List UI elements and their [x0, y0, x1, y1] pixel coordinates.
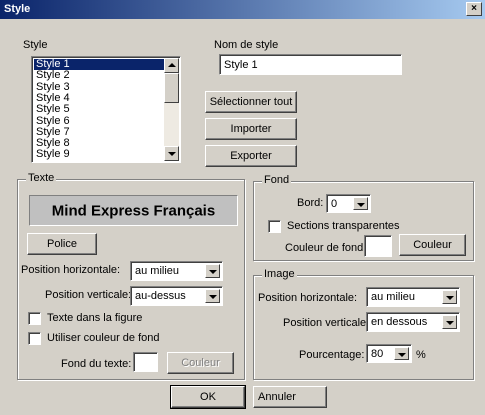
list-item[interactable]: Style 5: [34, 104, 166, 115]
texte-v-pos-label: Position verticale:: [45, 289, 132, 301]
image-h-pos-label: Position horizontale:: [258, 292, 358, 304]
window-title: Style: [4, 3, 31, 15]
list-item[interactable]: Style 6: [34, 115, 166, 127]
list-item[interactable]: Style 2: [34, 70, 166, 81]
cancel-button[interactable]: Annuler: [253, 386, 327, 408]
texte-v-pos-select[interactable]: au-dessus: [130, 286, 223, 306]
title-bar: Style ×: [0, 0, 485, 19]
in-figure-label: Texte dans la figure: [47, 312, 143, 324]
style-name-label: Nom de style: [214, 39, 279, 51]
style-dialog: Style × Style Style 1 Style 2 Style 3 Style…: [0, 0, 485, 415]
list-item[interactable]: Style 9: [34, 149, 166, 160]
texte-h-pos-label: Position horizontale:: [21, 264, 121, 276]
font-button-label: Police: [47, 238, 77, 250]
ok-button[interactable]: OK: [170, 385, 246, 409]
texte-group-title: Texte: [26, 172, 57, 184]
import-label: Importer: [230, 123, 272, 135]
border-label: Bord:: [297, 197, 324, 209]
use-bg-checkbox[interactable]: [28, 332, 41, 345]
border-select[interactable]: 0: [326, 194, 371, 213]
text-preview: Mind Express Français: [29, 195, 238, 226]
list-item[interactable]: Style 3: [34, 81, 166, 93]
style-list[interactable]: Style 1 Style 2 Style 3 Style 4 Style 5 Style…: [31, 56, 181, 163]
transparent-checkbox[interactable]: [268, 220, 281, 233]
style-name-value: Style 1: [224, 58, 258, 71]
texte-h-pos-value: au milieu: [135, 265, 180, 277]
ok-label: OK: [200, 391, 216, 403]
chevron-down-icon[interactable]: [353, 197, 368, 210]
text-preview-label: Mind Express Français: [51, 202, 216, 219]
border-value: 0: [331, 197, 338, 210]
close-icon[interactable]: ×: [466, 2, 482, 16]
bg-color-swatch[interactable]: [364, 235, 392, 257]
percent-unit: %: [416, 349, 426, 361]
chevron-down-icon[interactable]: [394, 347, 409, 360]
cancel-label: Annuler: [258, 391, 296, 403]
percent-value: 80: [371, 347, 384, 360]
chevron-down-icon[interactable]: [205, 289, 220, 303]
image-v-pos-select[interactable]: en dessous: [366, 312, 460, 332]
font-button[interactable]: Police: [27, 233, 97, 255]
style-list-label: Style: [23, 39, 48, 51]
export-button[interactable]: Exporter: [205, 145, 297, 167]
use-bg-label: Utiliser couleur de fond: [47, 332, 160, 344]
image-v-pos-value: en dessous: [371, 316, 428, 328]
image-h-pos-select[interactable]: au milieu: [366, 287, 460, 307]
chevron-down-icon[interactable]: [205, 264, 220, 278]
fond-group-title: Fond: [262, 174, 292, 186]
text-color-label: Couleur: [181, 357, 220, 369]
image-h-pos-value: au milieu: [371, 291, 416, 303]
bg-color-label: Couleur de fond:: [285, 242, 367, 254]
text-color-button[interactable]: Couleur: [167, 352, 234, 374]
image-group-title: Image: [262, 268, 297, 280]
select-all-label: Sélectionner tout: [209, 96, 293, 108]
percent-select[interactable]: 80: [366, 344, 412, 363]
import-button[interactable]: Importer: [205, 118, 297, 140]
texte-h-pos-select[interactable]: au milieu: [130, 261, 223, 281]
bg-color-button[interactable]: Couleur: [399, 234, 466, 256]
texte-v-pos-value: au-dessus: [135, 290, 186, 302]
percent-label: Pourcentage:: [299, 349, 365, 361]
in-figure-checkbox[interactable]: [28, 312, 41, 325]
style-name-input[interactable]: Style 1: [219, 54, 402, 75]
text-bg-label: Fond du texte:: [61, 358, 132, 370]
chevron-down-icon[interactable]: [442, 315, 457, 329]
select-all-button[interactable]: Sélectionner tout: [205, 91, 297, 113]
chevron-down-icon[interactable]: [442, 290, 457, 304]
arrow-up-icon[interactable]: [164, 58, 179, 73]
scroll-thumb[interactable]: [164, 73, 179, 103]
transparent-label: Sections transparentes: [287, 220, 400, 232]
style-list-scrollbar[interactable]: [164, 58, 179, 161]
image-v-pos-label: Position verticale:: [283, 317, 370, 329]
export-label: Exporter: [230, 150, 272, 162]
text-bg-swatch[interactable]: [133, 352, 158, 372]
arrow-down-icon[interactable]: [164, 146, 179, 161]
bg-color-button-label: Couleur: [413, 239, 452, 251]
